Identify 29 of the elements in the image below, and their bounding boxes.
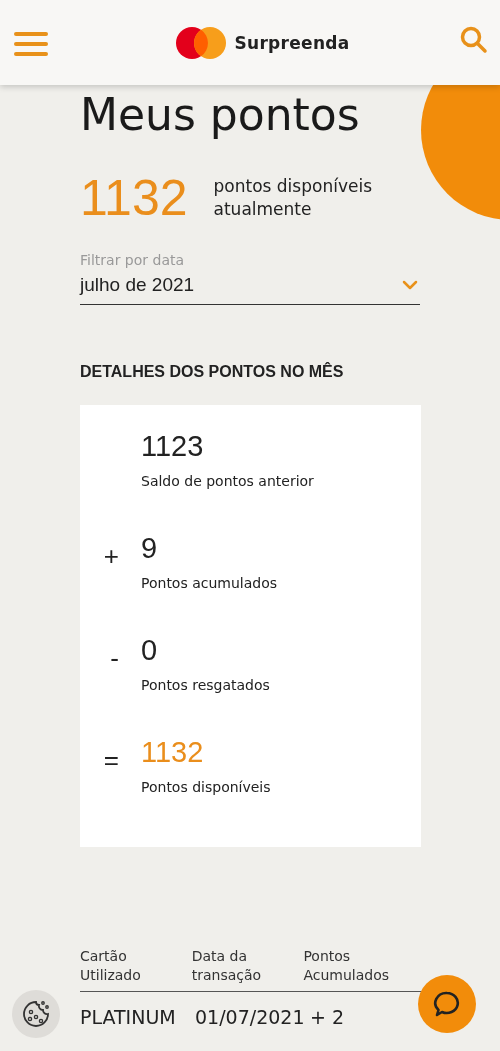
column-header: Pontos Acumulados — [303, 947, 390, 985]
chat-bubble-icon — [433, 990, 461, 1018]
points-label: Saldo de pontos anterior — [141, 473, 314, 489]
points-label: Pontos disponíveis — [141, 779, 271, 795]
table-cell-text: PLATINUM — [80, 1006, 177, 1028]
points-value: 9 — [141, 531, 159, 566]
page-title: Meus pontos — [80, 88, 361, 142]
table-cell-text: + 2 — [310, 1006, 346, 1028]
operator-sign: = — [103, 745, 119, 775]
logo-icon — [176, 26, 227, 59]
date-filter-select[interactable]: Filtrar por data julho de 2021 — [80, 252, 420, 305]
cookie-icon — [21, 999, 51, 1029]
points-label: Pontos acumulados — [141, 575, 278, 591]
section-heading: DETALHES DOS PONTOS NO MÊS — [80, 363, 345, 381]
chat-button[interactable] — [418, 975, 476, 1033]
column-header: Data da transação — [191, 947, 263, 985]
chevron-down-icon — [402, 280, 418, 290]
operator-sign: - — [110, 643, 119, 673]
brand-name: Surpreenda — [234, 32, 350, 53]
points-value: 1123 — [141, 429, 205, 464]
column-header: Cartão Utilizado — [80, 947, 142, 985]
points-caption: pontos disponíveis atualmente — [213, 175, 373, 221]
points-label: Pontos resgatados — [141, 677, 270, 693]
operator-sign: + — [103, 541, 119, 571]
points-value: 1132 — [141, 735, 205, 770]
cookie-button[interactable] — [12, 990, 60, 1038]
points-total: 1132 — [80, 169, 188, 228]
points-value: 0 — [141, 633, 159, 668]
table-cell-text: 01/07/2021 — [195, 1006, 306, 1028]
